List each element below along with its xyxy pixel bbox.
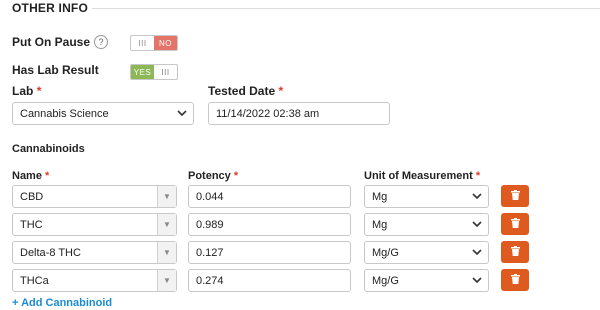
unit-select[interactable]: Mg/G [364,241,489,264]
name-header-text: Name [12,170,42,182]
potency-value: 0.127 [196,246,224,259]
chevron-down-icon [472,248,482,258]
caret-down-icon: ▼ [157,242,176,263]
name-column-header: Name * [12,170,49,182]
unit-value: Mg [372,190,388,203]
tested-date-input[interactable]: 11/14/2022 02:38 am [208,102,390,125]
potency-value: 0.274 [196,274,224,287]
chevron-down-icon [472,192,482,202]
put-on-pause-label: Put On Pause? [12,35,109,49]
trash-icon [510,187,520,205]
cannabinoid-name-select[interactable]: Delta-8 THC ▼ [12,241,177,264]
delete-cannabinoid-button[interactable] [501,213,529,235]
potency-input[interactable]: 0.989 [188,213,351,236]
unit-select[interactable]: Mg [364,213,489,236]
delete-cannabinoid-button[interactable] [501,185,529,207]
unit-value: Mg/G [372,274,399,287]
has-lab-result-label: Has Lab Result [12,63,99,77]
delete-cannabinoid-button[interactable] [501,269,529,291]
chevron-down-icon [177,109,187,119]
has-lab-result-toggle[interactable]: YES III [130,64,178,80]
toggle-state-yes: YES [131,65,154,79]
tested-date-label-text: Tested Date [208,84,276,98]
trash-icon [510,243,520,261]
add-cannabinoid-link[interactable]: + Add Cannabinoid [12,297,112,309]
unit-value: Mg [372,218,388,231]
chevron-down-icon [472,276,482,286]
cannabinoid-row: CBD ▼ 0.044 Mg [0,185,600,209]
required-marker: * [36,84,42,98]
cannabinoid-name-select[interactable]: CBD ▼ [12,185,177,208]
toggle-off-handle: III [138,38,147,48]
potency-input[interactable]: 0.127 [188,241,351,264]
section-title: OTHER INFO [12,1,88,15]
cannabinoid-row: Delta-8 THC ▼ 0.127 Mg/G [0,241,600,265]
put-on-pause-toggle[interactable]: III NO [130,35,178,51]
tested-date-label: Tested Date * [208,84,283,98]
put-on-pause-text: Put On Pause [12,35,91,49]
trash-icon [510,215,520,233]
unit-select[interactable]: Mg [364,185,489,208]
cannabinoid-name-value: Delta-8 THC [20,246,81,259]
help-icon[interactable]: ? [94,35,109,49]
potency-input[interactable]: 0.044 [188,185,351,208]
cannabinoid-row: THCa ▼ 0.274 Mg/G [0,269,600,293]
unit-select[interactable]: Mg/G [364,269,489,292]
unit-header-text: Unit of Measurement [364,170,473,182]
caret-down-icon: ▼ [157,214,176,235]
cannabinoids-heading: Cannabinoids [12,143,85,155]
lab-label: Lab * [12,84,41,98]
caret-down-icon: ▼ [157,186,176,207]
toggle-state-no: NO [154,36,177,50]
unit-column-header: Unit of Measurement * [364,170,480,182]
section-divider [92,8,600,9]
cannabinoid-name-value: THCa [20,274,49,287]
lab-select-value: Cannabis Science [20,107,109,120]
required-marker: * [278,84,284,98]
required-marker: * [45,170,50,182]
unit-value: Mg/G [372,246,399,259]
potency-column-header: Potency * [188,170,238,182]
chevron-down-icon [472,220,482,230]
cannabinoid-name-select[interactable]: THCa ▼ [12,269,177,292]
caret-down-icon: ▼ [157,270,176,291]
required-marker: * [233,170,239,182]
cannabinoid-name-value: CBD [20,190,44,203]
potency-value: 0.044 [196,190,224,203]
cannabinoid-name-value: THC [20,218,43,231]
trash-icon [510,271,520,289]
potency-input[interactable]: 0.274 [188,269,351,292]
required-marker: * [475,170,481,182]
lab-select[interactable]: Cannabis Science [12,102,194,125]
lab-label-text: Lab [12,84,34,98]
delete-cannabinoid-button[interactable] [501,241,529,263]
cannabinoid-row: THC ▼ 0.989 Mg [0,213,600,237]
tested-date-value: 11/14/2022 02:38 am [216,107,320,120]
potency-value: 0.989 [196,218,224,231]
toggle-on-handle: III [161,67,170,77]
cannabinoid-name-select[interactable]: THC ▼ [12,213,177,236]
potency-header-text: Potency [188,170,231,182]
